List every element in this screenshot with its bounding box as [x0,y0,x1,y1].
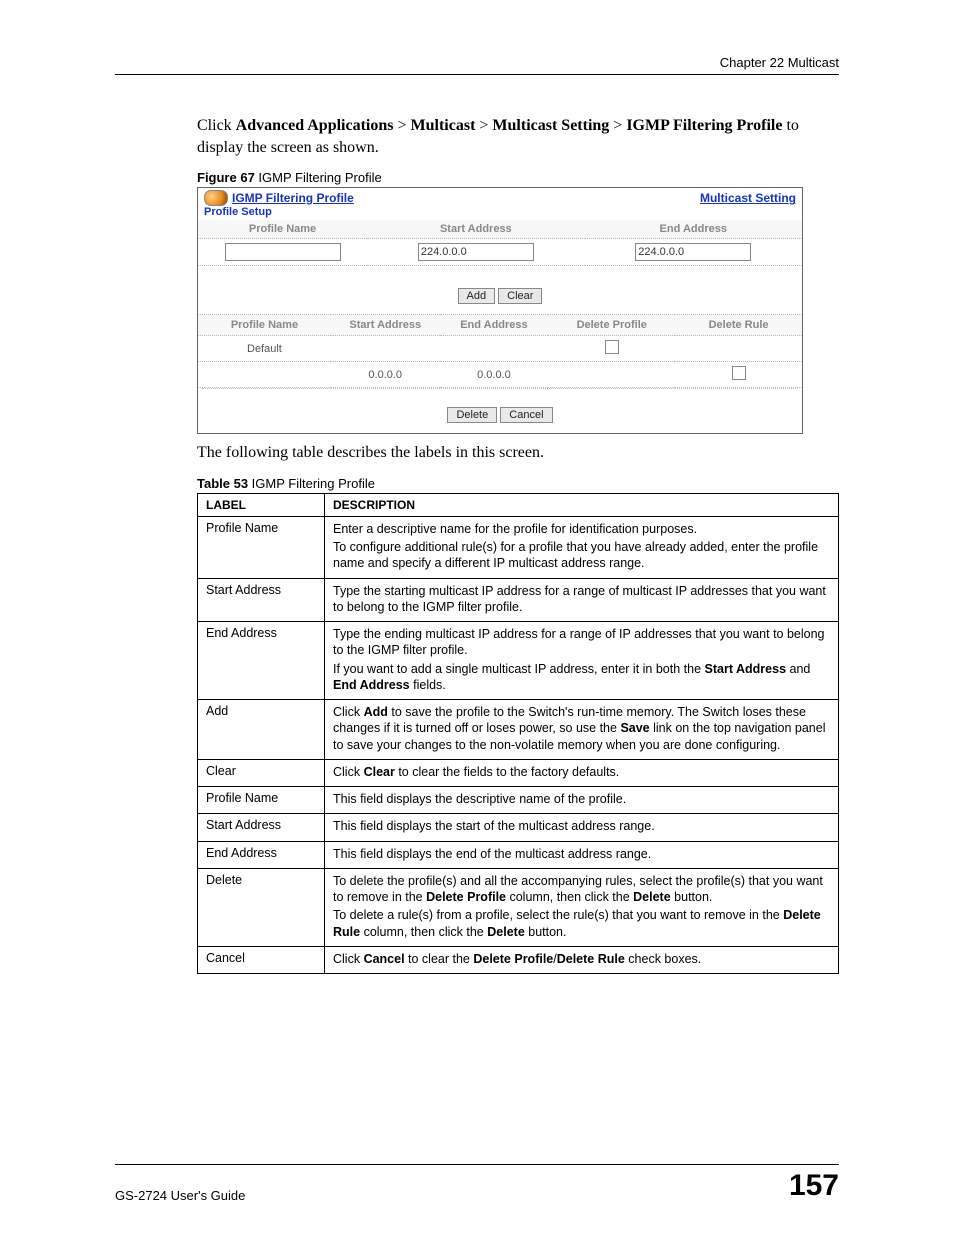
page-number: 157 [789,1169,839,1203]
footer-guide: GS-2724 User's Guide [115,1188,245,1203]
delete-button[interactable]: Delete [447,407,497,423]
table-row: 0.0.0.0 0.0.0.0 [198,362,802,388]
multicast-setting-link[interactable]: Multicast Setting [700,191,796,205]
figure-title: IGMP Filtering Profile [255,170,382,185]
intro-pre: Click [197,117,236,134]
breadcrumb-3: Multicast Setting [492,117,609,134]
profile-setup-label: Profile Setup [198,206,802,218]
add-button[interactable]: Add [458,288,496,304]
table-row: End Address Type the ending multicast IP… [198,622,839,700]
cell-profile-name: Default [198,336,331,362]
table-number: Table 53 [197,476,248,491]
table-row: Cancel Click Cancel to clear the Delete … [198,946,839,973]
col2-start-address: Start Address [331,315,440,336]
figure-caption: Figure 67 IGMP Filtering Profile [115,170,839,185]
table-row: Start Address This field displays the st… [198,814,839,841]
col-start-address: Start Address [367,220,584,239]
col-end-address: End Address [585,220,802,239]
table-title: IGMP Filtering Profile [248,476,375,491]
profile-list-table: Profile Name Start Address End Address D… [198,314,802,388]
profile-name-input[interactable] [225,243,341,261]
profile-input-table: Profile Name Start Address End Address [198,220,802,266]
chapter-header: Chapter 22 Multicast [115,55,839,70]
page-footer: GS-2724 User's Guide 157 [115,1164,839,1203]
table-row: Delete To delete the profile(s) and all … [198,868,839,946]
table-row: Profile Name Enter a descriptive name fo… [198,516,839,578]
description-table: LABEL DESCRIPTION Profile Name Enter a d… [197,493,839,974]
breadcrumb-4: IGMP Filtering Profile [626,117,782,134]
delete-rule-checkbox[interactable] [732,366,746,380]
header-label: LABEL [198,493,325,516]
breadcrumb-2: Multicast [411,117,476,134]
end-address-input[interactable] [635,243,751,261]
after-shot-text: The following table describes the labels… [115,442,839,464]
panel-title: IGMP Filtering Profile [232,191,354,205]
delete-profile-checkbox[interactable] [605,340,619,354]
header-rule [115,74,839,75]
table-row: Start Address Type the starting multicas… [198,578,839,622]
table-caption: Table 53 IGMP Filtering Profile [115,476,839,491]
app-screenshot: IGMP Filtering Profile Multicast Setting… [197,187,803,434]
start-address-input[interactable] [418,243,534,261]
col2-delete-profile: Delete Profile [548,315,675,336]
intro-paragraph: Click Advanced Applications > Multicast … [115,115,839,158]
cell-start: 0.0.0.0 [331,362,440,388]
breadcrumb-1: Advanced Applications [236,117,394,134]
table-row: Profile Name This field displays the des… [198,787,839,814]
table-row: Clear Click Clear to clear the fields to… [198,759,839,786]
table-row: Default [198,336,802,362]
figure-number: Figure 67 [197,170,255,185]
clear-button[interactable]: Clear [498,288,542,304]
cell-end: 0.0.0.0 [440,362,549,388]
col2-profile-name: Profile Name [198,315,331,336]
col2-delete-rule: Delete Rule [675,315,802,336]
col-profile-name: Profile Name [198,220,367,239]
col2-end-address: End Address [440,315,549,336]
table-row: Add Click Add to save the profile to the… [198,700,839,760]
header-description: DESCRIPTION [325,493,839,516]
app-orb-icon [204,190,228,206]
cancel-button[interactable]: Cancel [500,407,552,423]
table-row: End Address This field displays the end … [198,841,839,868]
